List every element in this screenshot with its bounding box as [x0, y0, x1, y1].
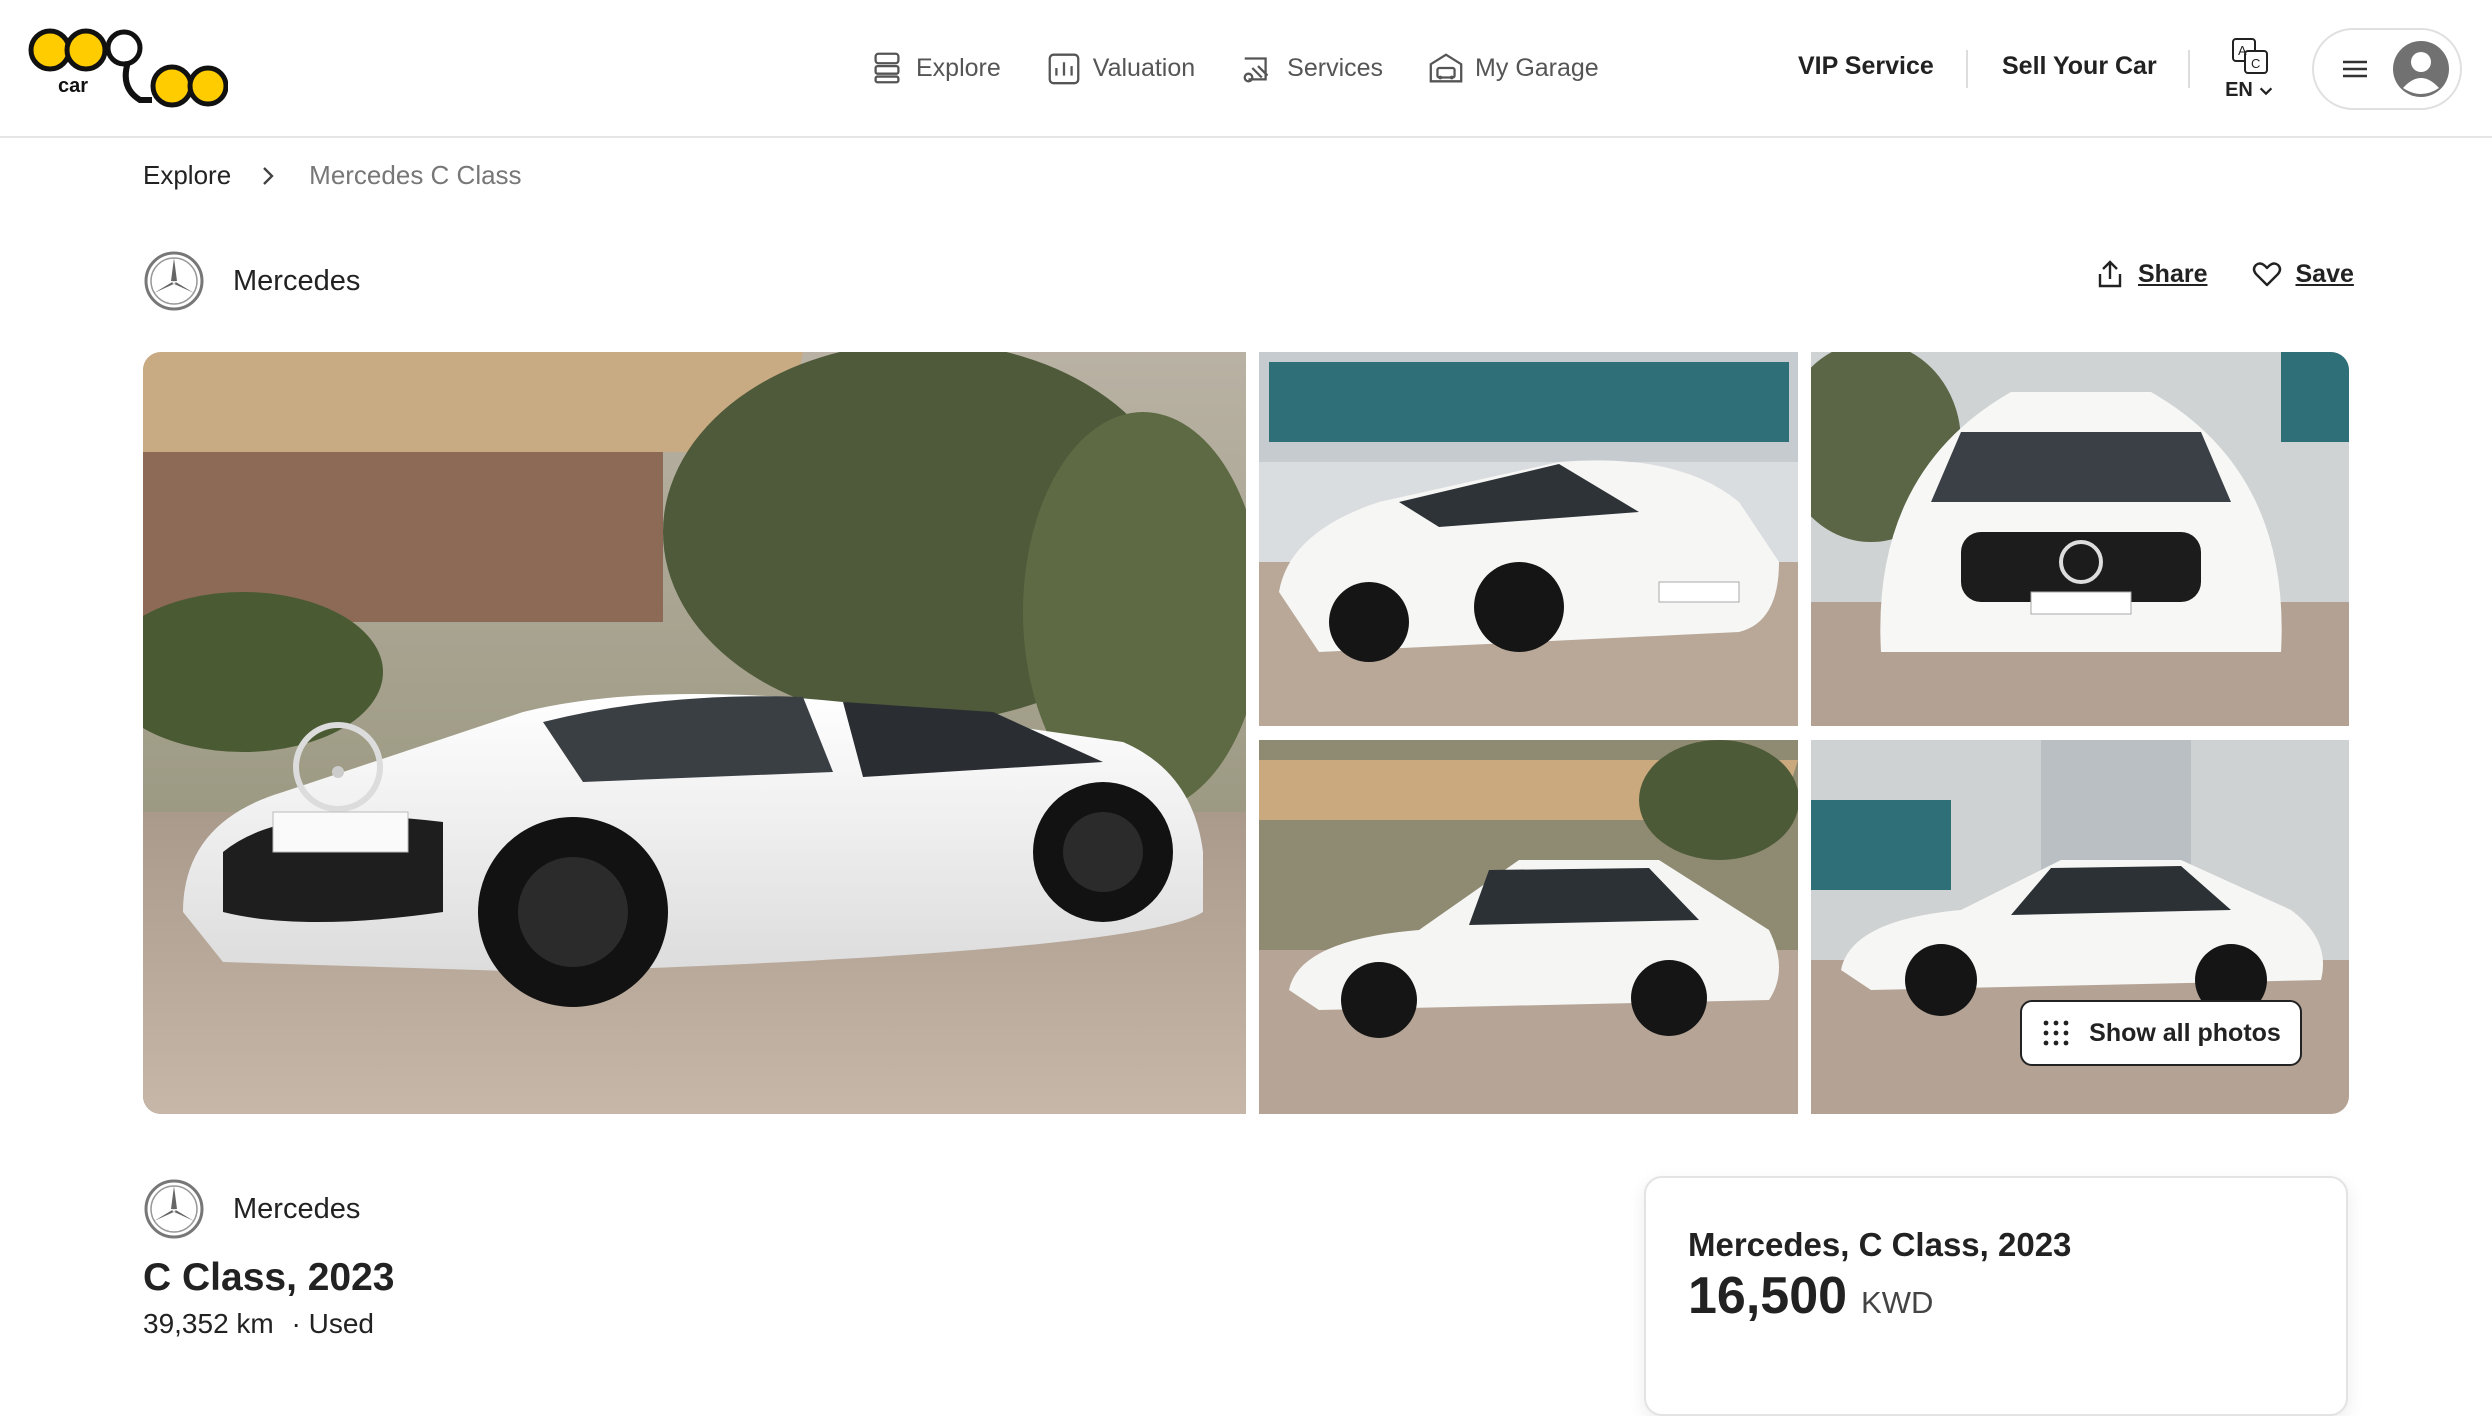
user-menu-button[interactable]: [2312, 28, 2462, 110]
photo-gallery: [143, 352, 2349, 1114]
chevron-down-icon: [2259, 87, 2273, 95]
nav-my-garage[interactable]: My Garage: [1427, 49, 1599, 87]
language-selector[interactable]: A C EN: [2222, 36, 2278, 102]
nav-divider: [2188, 50, 2190, 88]
share-icon: [2098, 260, 2122, 288]
show-all-photos-label: Show all photos: [2089, 1018, 2281, 1047]
heart-icon: [2253, 262, 2282, 287]
price-card-title: Mercedes, C Class, 2023: [1688, 1226, 2072, 1263]
main-car-photo[interactable]: [143, 352, 1246, 1114]
listing-meta: 39,352 km · Used: [143, 1308, 374, 1340]
listing-title: C Class, 2023: [143, 1256, 395, 1299]
svg-text:A: A: [2238, 43, 2247, 58]
price-row: 16,500 KWD: [1688, 1266, 1933, 1326]
share-button[interactable]: Share: [2094, 258, 2207, 290]
nav-my-garage-label: My Garage: [1475, 53, 1599, 82]
main-nav: Explore Valuation Services My Garage: [868, 40, 1643, 96]
translate-icon: A C: [2232, 38, 2268, 74]
top-navigation-bar: car Explore Valuation Services My Garage…: [0, 0, 2492, 138]
brand-header: Mercedes: [143, 250, 360, 312]
listing-actions: Share Save: [2094, 258, 2354, 290]
logo-wordmark: car: [58, 75, 88, 97]
site-logo[interactable]: car: [28, 26, 229, 112]
explore-icon: [874, 52, 900, 84]
language-code: EN: [2225, 79, 2253, 101]
hamburger-menu-icon: [2343, 60, 2367, 78]
nav-services[interactable]: Services: [1239, 49, 1383, 87]
mercedes-logo-icon: [144, 1179, 204, 1239]
brand-name: Mercedes: [233, 264, 361, 297]
breadcrumb: Explore Mercedes C Class: [143, 160, 522, 191]
car-photo-front-three-quarter[interactable]: [1259, 352, 1798, 726]
nav-valuation[interactable]: Valuation: [1045, 49, 1195, 87]
price-card: Mercedes, C Class, 2023 16,500 KWD: [1644, 1176, 2348, 1416]
car-photo-side-left[interactable]: [1259, 740, 1798, 1114]
nav-explore-label: Explore: [916, 53, 1001, 82]
vip-service-link[interactable]: VIP Service: [1798, 52, 1934, 81]
svg-text:C: C: [2251, 56, 2260, 71]
share-label: Share: [2138, 259, 2208, 288]
mercedes-logo-icon: [144, 251, 204, 311]
avatar: [2393, 41, 2449, 97]
nav-valuation-label: Valuation: [1092, 53, 1196, 82]
car-photo-front[interactable]: [1811, 352, 2349, 726]
valuation-icon: [1048, 53, 1080, 85]
breadcrumb-explore[interactable]: Explore: [143, 160, 231, 191]
price-amount: 16,500: [1688, 1267, 1848, 1325]
services-icon: [1243, 57, 1269, 83]
show-all-photos-button[interactable]: Show all photos: [2020, 1000, 2302, 1066]
save-button[interactable]: Save: [2251, 258, 2354, 290]
listing-brand: Mercedes: [143, 1178, 360, 1240]
chevron-right-icon: [263, 166, 274, 185]
price-currency: KWD: [1861, 1285, 1934, 1320]
save-label: Save: [2295, 259, 2354, 288]
condition: · Used: [291, 1308, 374, 1339]
grid-dots-icon: [2043, 1020, 2069, 1046]
mileage: 39,352 km: [143, 1308, 274, 1339]
listing-brand-name: Mercedes: [233, 1192, 361, 1225]
garage-icon: [1429, 53, 1463, 83]
nav-explore[interactable]: Explore: [868, 49, 1001, 87]
nav-services-label: Services: [1287, 53, 1384, 82]
sell-your-car-link[interactable]: Sell Your Car: [2002, 52, 2157, 81]
nav-divider: [1966, 50, 1968, 88]
breadcrumb-current: Mercedes C Class: [309, 160, 522, 190]
